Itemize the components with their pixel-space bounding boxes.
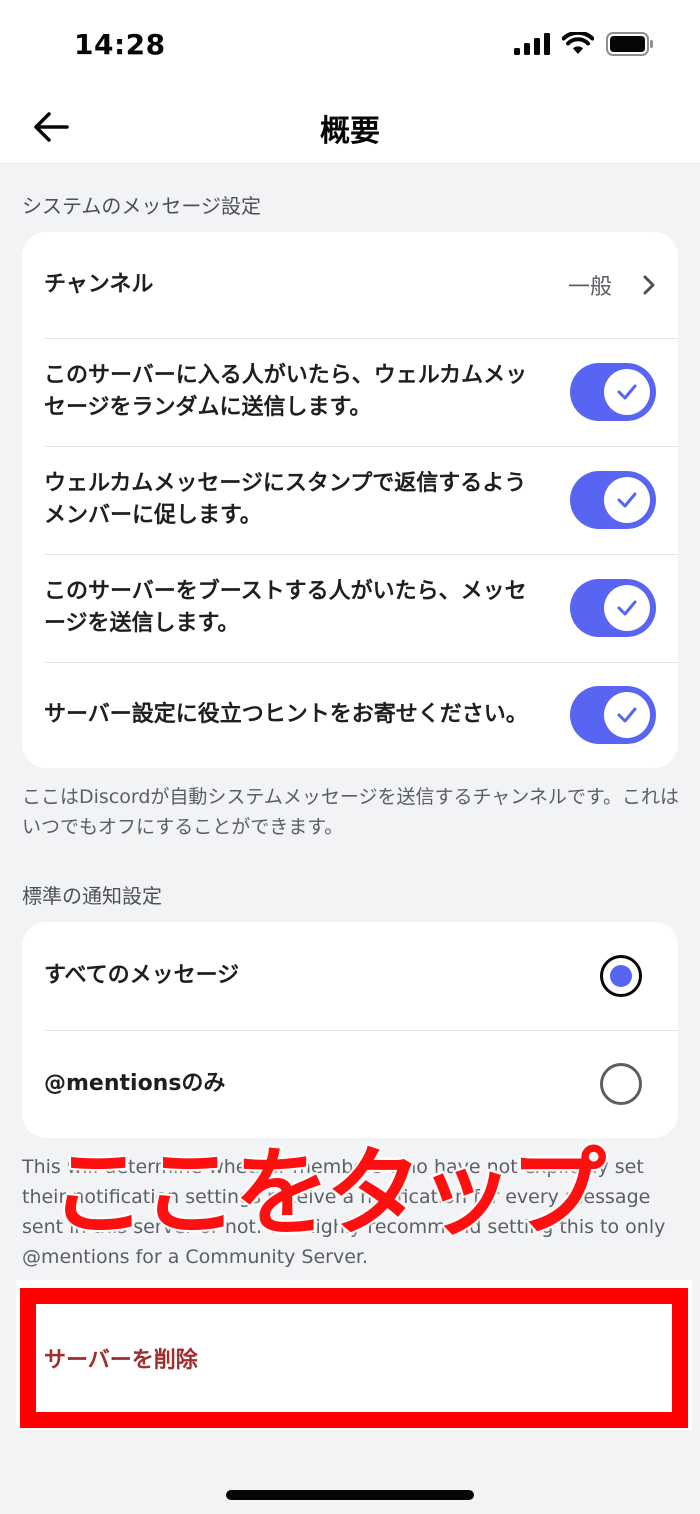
toggle-label: ウェルカムメッセージにスタンプで返信するようメンバーに促します。 [44,471,527,528]
toggle-knob [604,692,650,738]
sticker-reply-toggle-row: ウェルカムメッセージにスタンプで返信するようメンバーに促します。 [22,446,678,554]
checkmark-icon [617,600,637,616]
setup-tips-toggle-row: サーバー設定に役立つヒントをお寄せください。 [22,662,678,768]
battery-icon [606,32,653,56]
boost-message-toggle-row: このサーバーをブーストする人がいたら、メッセージを送信します。 [22,554,678,662]
system-message-heading: システムのメッセージ設定 [22,194,261,218]
setup-tips-toggle[interactable] [570,686,656,744]
checkmark-icon [617,384,637,400]
notification-settings-card: すべてのメッセージ @mentionsのみ [22,922,678,1138]
delete-server-button[interactable]: サーバーを削除 [44,1342,198,1374]
status-icons [514,32,654,56]
toggle-knob [604,585,650,631]
welcome-message-toggle[interactable] [570,363,656,421]
cellular-signal-icon [514,33,550,55]
toggle-knob [604,477,650,523]
mentions-only-radio[interactable] [600,1063,642,1105]
tap-here-annotation: ここをタップ [48,1136,608,1250]
page-title: 概要 [320,114,380,149]
toggle-label: サーバー設定に役立つヒントをお寄せください。 [44,702,528,727]
welcome-message-toggle-row: このサーバーに入る人がいたら、ウェルカムメッセージをランダムに送信します。 [22,338,678,446]
checkmark-icon [617,707,637,723]
all-messages-radio[interactable] [600,955,642,997]
checkmark-icon [617,492,637,508]
nav-bar: 概要 [0,92,700,164]
radio-dot [610,965,632,987]
notification-settings-heading: 標準の通知設定 [22,884,162,908]
channel-row[interactable]: チャンネル 一般 [22,232,678,338]
chevron-right-icon [643,275,655,295]
toggle-label: このサーバーに入る人がいたら、ウェルカムメッセージをランダムに送信します。 [44,363,528,420]
all-messages-option[interactable]: すべてのメッセージ [22,922,678,1030]
option-label: @mentionsのみ [44,1071,226,1096]
toggle-label: このサーバーをブーストする人がいたら、メッセージを送信します。 [44,579,527,636]
option-label: すべてのメッセージ [44,963,240,988]
home-indicator [226,1490,474,1500]
toggle-knob [604,369,650,415]
system-message-card: チャンネル 一般 このサーバーに入る人がいたら、ウェルカムメッセージをランダムに… [22,232,678,768]
status-time: 14:28 [74,28,166,61]
system-message-help: ここはDiscordが自動システムメッセージを送信するチャンネルです。これはいつ… [22,786,679,838]
boost-message-toggle[interactable] [570,579,656,637]
channel-value: 一般 [567,275,612,300]
channel-label: チャンネル [44,272,154,297]
sticker-reply-toggle[interactable] [570,471,656,529]
status-bar: 14:28 [0,0,700,92]
wifi-icon [562,32,594,54]
mentions-only-option[interactable]: @mentionsのみ [22,1030,678,1138]
